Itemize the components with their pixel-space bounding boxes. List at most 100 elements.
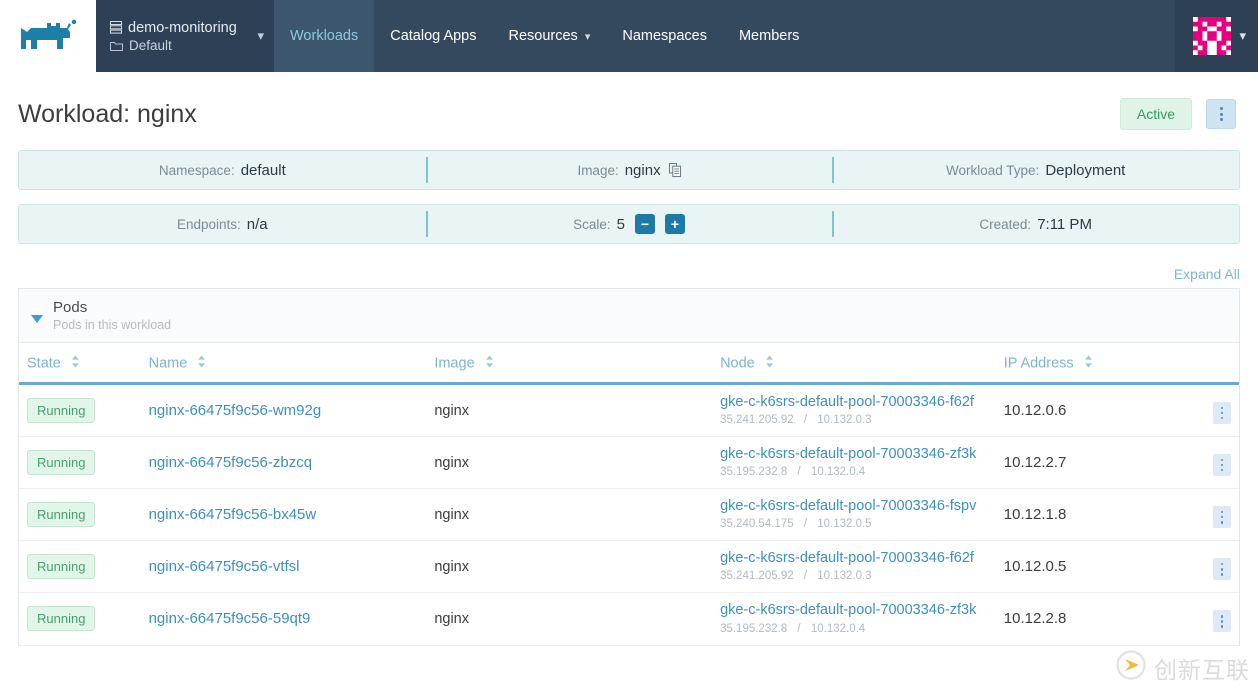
cluster-project-selector[interactable]: demo-monitoring Default ▾ <box>96 0 274 72</box>
info-value: nginx <box>625 162 661 179</box>
pods-panel-subtitle: Pods in this workload <box>53 318 171 332</box>
user-avatar-identicon-icon <box>1193 17 1231 55</box>
triangle-down-icon[interactable] <box>31 315 43 323</box>
cell-state: Running <box>19 384 141 437</box>
row-actions-button[interactable] <box>1213 402 1231 424</box>
plus-icon: + <box>671 217 679 231</box>
info-label: Workload Type: <box>946 163 1039 178</box>
table-header-row: State Name Image <box>19 343 1239 384</box>
vertical-ellipsis-icon <box>1221 521 1224 524</box>
chevron-down-icon[interactable]: ▾ <box>257 28 264 44</box>
copy-icon[interactable] <box>669 163 681 177</box>
node-external-ip: 35.241.205.92 <box>720 414 794 426</box>
info-value: 7:11 PM <box>1037 216 1092 233</box>
pod-name-link[interactable]: nginx-66475f9c56-zbzcq <box>149 454 312 471</box>
nav-tab-label: Namespaces <box>622 28 707 44</box>
node-name-link[interactable]: gke-c-k6srs-default-pool-70003346-zf3k <box>720 602 988 619</box>
pod-name-link[interactable]: nginx-66475f9c56-vtfsl <box>149 558 300 575</box>
cell-actions <box>1168 489 1239 541</box>
row-actions-button[interactable] <box>1213 506 1231 528</box>
cell-name: nginx-66475f9c56-zbzcq <box>141 437 427 489</box>
workload-info-bar-primary: Namespace: default Image: nginx Workload… <box>18 150 1240 190</box>
project-name: Default <box>129 38 172 53</box>
pod-ip-address: 10.12.0.5 <box>1004 558 1067 575</box>
pod-image: nginx <box>434 611 469 627</box>
state-badge: Running <box>27 554 95 579</box>
nav-tab-catalog-apps[interactable]: Catalog Apps <box>374 0 492 72</box>
pod-name-link[interactable]: nginx-66475f9c56-bx45w <box>149 506 317 523</box>
row-actions-button[interactable] <box>1213 610 1231 632</box>
node-external-ip: 35.240.54.175 <box>720 518 794 530</box>
cell-ip-address: 10.12.2.7 <box>996 437 1168 489</box>
nav-tab-namespaces[interactable]: Namespaces <box>606 0 723 72</box>
node-name-link[interactable]: gke-c-k6srs-default-pool-70003346-zf3k <box>720 446 988 463</box>
column-label: Node <box>720 355 755 371</box>
app-logo[interactable] <box>0 0 96 72</box>
column-header-ip-address[interactable]: IP Address <box>996 343 1168 384</box>
cluster-name: demo-monitoring <box>128 20 237 36</box>
column-header-node[interactable]: Node <box>712 343 996 384</box>
table-row[interactable]: Running nginx-66475f9c56-59qt9 nginx gke… <box>19 593 1239 645</box>
nav-tab-members[interactable]: Members <box>723 0 815 72</box>
vertical-ellipsis-icon <box>1221 469 1224 472</box>
vertical-ellipsis-icon <box>1221 563 1224 566</box>
pods-panel: Pods Pods in this workload State Name <box>18 288 1240 646</box>
cell-ip-address: 10.12.2.8 <box>996 593 1168 645</box>
cell-image: nginx <box>426 437 712 489</box>
vertical-ellipsis-icon <box>1221 417 1224 420</box>
column-header-image[interactable]: Image <box>426 343 712 384</box>
node-ip-pair: 35.195.232.8 / 10.132.0.4 <box>720 466 865 478</box>
node-internal-ip: 10.132.0.4 <box>811 466 865 478</box>
pod-name-link[interactable]: nginx-66475f9c56-59qt9 <box>149 610 311 627</box>
page-title: Workload: nginx <box>18 100 1120 129</box>
vertical-ellipsis-icon <box>1221 620 1224 623</box>
workload-actions-button[interactable] <box>1206 99 1236 129</box>
info-value: Deployment <box>1045 162 1125 179</box>
sort-arrows-icon <box>71 355 80 372</box>
info-endpoints: Endpoints: n/a <box>19 205 426 243</box>
table-row[interactable]: Running nginx-66475f9c56-wm92g nginx gke… <box>19 384 1239 437</box>
info-value: default <box>241 162 286 179</box>
row-actions-button[interactable] <box>1213 454 1231 476</box>
cell-node: gke-c-k6srs-default-pool-70003346-zf3k 3… <box>712 437 996 489</box>
node-internal-ip: 10.132.0.4 <box>811 623 865 635</box>
chevron-down-icon: ▾ <box>585 30 591 43</box>
node-name-link[interactable]: gke-c-k6srs-default-pool-70003346-f62f <box>720 550 988 567</box>
column-label: State <box>27 355 61 371</box>
column-header-state[interactable]: State <box>19 343 141 384</box>
ip-separator: / <box>797 466 800 478</box>
info-image: Image: nginx <box>426 151 833 189</box>
column-header-name[interactable]: Name <box>141 343 427 384</box>
nav-tab-resources[interactable]: Resources ▾ <box>493 0 607 72</box>
cell-name: nginx-66475f9c56-59qt9 <box>141 593 427 645</box>
info-created: Created: 7:11 PM <box>832 205 1239 243</box>
column-label: Name <box>149 355 188 371</box>
node-name-link[interactable]: gke-c-k6srs-default-pool-70003346-fspv <box>720 498 988 515</box>
table-row[interactable]: Running nginx-66475f9c56-bx45w nginx gke… <box>19 489 1239 541</box>
vertical-ellipsis-icon <box>1221 615 1224 618</box>
pods-table-body: Running nginx-66475f9c56-wm92g nginx gke… <box>19 384 1239 646</box>
scale-increment-button[interactable]: + <box>665 214 685 234</box>
node-name-link[interactable]: gke-c-k6srs-default-pool-70003346-f62f <box>720 394 988 411</box>
expand-all-row: Expand All <box>0 258 1258 288</box>
pod-ip-address: 10.12.0.6 <box>1004 402 1067 419</box>
node-ip-pair: 35.195.232.8 / 10.132.0.4 <box>720 623 865 635</box>
scale-decrement-button[interactable]: − <box>635 214 655 234</box>
node-ip-pair: 35.241.205.92 / 10.132.0.3 <box>720 570 872 582</box>
expand-all-link[interactable]: Expand All <box>1174 266 1240 282</box>
nav-tab-workloads[interactable]: Workloads <box>274 0 374 72</box>
pod-ip-address: 10.12.1.8 <box>1004 506 1067 523</box>
cell-name: nginx-66475f9c56-wm92g <box>141 384 427 437</box>
pod-name-link[interactable]: nginx-66475f9c56-wm92g <box>149 402 322 419</box>
chevron-down-icon[interactable]: ▾ <box>1239 28 1246 44</box>
status-badge: Active <box>1120 98 1192 130</box>
pod-image: nginx <box>434 559 469 575</box>
user-menu[interactable]: ▾ <box>1175 0 1258 72</box>
nav-tab-label: Resources <box>509 28 578 44</box>
info-label: Scale: <box>573 217 611 232</box>
row-actions-button[interactable] <box>1213 558 1231 580</box>
pod-ip-address: 10.12.2.7 <box>1004 454 1067 471</box>
table-row[interactable]: Running nginx-66475f9c56-vtfsl nginx gke… <box>19 541 1239 593</box>
table-row[interactable]: Running nginx-66475f9c56-zbzcq nginx gke… <box>19 437 1239 489</box>
sort-arrows-icon <box>197 355 206 372</box>
